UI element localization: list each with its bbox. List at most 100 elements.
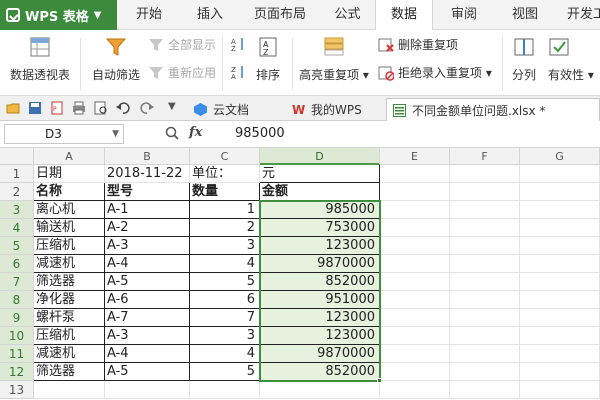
row-header-13[interactable]: 13 [0, 381, 34, 399]
cell-d6[interactable]: 9870000 [260, 255, 380, 273]
empty-cell[interactable] [450, 327, 520, 345]
cell-a5[interactable]: 压缩机 [34, 237, 105, 255]
tab-home[interactable]: 开始 [118, 0, 180, 30]
cell-b2[interactable]: 型号 [105, 183, 190, 201]
pivot-table-button[interactable]: 数据透视表 [8, 36, 72, 83]
cell-c7[interactable]: 5 [190, 273, 260, 291]
zoom-search-icon[interactable] [165, 126, 179, 140]
cell-b8[interactable]: A-6 [105, 291, 190, 309]
empty-cell[interactable] [380, 345, 450, 363]
formula-input[interactable]: 985000 [235, 126, 285, 141]
row-header-1[interactable]: 1 [0, 165, 34, 183]
tab-view[interactable]: 视图 [495, 0, 555, 30]
empty-cell[interactable] [34, 381, 105, 399]
tab-review[interactable]: 审阅 [433, 0, 495, 30]
empty-cell[interactable] [450, 273, 520, 291]
print-preview-icon[interactable] [94, 101, 108, 115]
column-header-d[interactable]: D [260, 148, 380, 165]
cell-c1[interactable]: 单位： [190, 165, 260, 183]
empty-cell[interactable] [380, 255, 450, 273]
column-header-c[interactable]: C [190, 148, 260, 165]
cell-c2[interactable]: 数量 [190, 183, 260, 201]
tab-formulas[interactable]: 公式 [320, 0, 375, 30]
empty-cell[interactable] [520, 327, 600, 345]
cell-c8[interactable]: 6 [190, 291, 260, 309]
cell-a4[interactable]: 输送机 [34, 219, 105, 237]
empty-cell[interactable] [450, 291, 520, 309]
cell-c3[interactable]: 1 [190, 201, 260, 219]
empty-cell[interactable] [190, 381, 260, 399]
cell-a8[interactable]: 净化器 [34, 291, 105, 309]
cell-a3[interactable]: 离心机 [34, 201, 105, 219]
row-header-8[interactable]: 8 [0, 291, 34, 309]
empty-cell[interactable] [520, 165, 600, 183]
cell-b3[interactable]: A-1 [105, 201, 190, 219]
empty-cell[interactable] [520, 183, 600, 201]
row-header-11[interactable]: 11 [0, 345, 34, 363]
row-header-2[interactable]: 2 [0, 183, 34, 201]
empty-cell[interactable] [450, 201, 520, 219]
empty-cell[interactable] [520, 309, 600, 327]
empty-cell[interactable] [380, 237, 450, 255]
empty-cell[interactable] [450, 309, 520, 327]
empty-cell[interactable] [380, 327, 450, 345]
empty-cell[interactable] [380, 309, 450, 327]
fill-handle[interactable] [377, 378, 382, 383]
cell-d7[interactable]: 852000 [260, 273, 380, 291]
row-header-10[interactable]: 10 [0, 327, 34, 345]
cell-b1[interactable]: 2018-11-22 [105, 165, 190, 183]
empty-cell[interactable] [450, 363, 520, 381]
reapply-button[interactable]: 重新应用 [148, 64, 216, 81]
empty-cell[interactable] [260, 381, 380, 399]
cell-d3[interactable]: 985000 [260, 201, 380, 219]
validity-button[interactable]: 有效性 ▾ [544, 36, 600, 83]
cell-a11[interactable]: 减速机 [34, 345, 105, 363]
name-box[interactable]: D3 ▼ [4, 124, 124, 144]
empty-cell[interactable] [520, 345, 600, 363]
cell-b5[interactable]: A-3 [105, 237, 190, 255]
cell-d12[interactable]: 852000 [260, 363, 380, 381]
empty-cell[interactable] [520, 381, 600, 399]
cell-c5[interactable]: 3 [190, 237, 260, 255]
cell-c12[interactable]: 5 [190, 363, 260, 381]
empty-cell[interactable] [380, 273, 450, 291]
tab-developer[interactable]: 开发工 [555, 0, 600, 30]
cell-d4[interactable]: 753000 [260, 219, 380, 237]
column-header-b[interactable]: B [105, 148, 190, 165]
row-header-12[interactable]: 12 [0, 363, 34, 381]
open-folder-icon[interactable] [6, 101, 20, 115]
row-header-5[interactable]: 5 [0, 237, 34, 255]
chevron-down-icon[interactable]: ▼ [112, 125, 119, 143]
app-menu-button[interactable]: WPS 表格 ▼ [0, 0, 117, 30]
cell-b7[interactable]: A-5 [105, 273, 190, 291]
sort-ascending-button[interactable]: AZ [230, 36, 250, 53]
empty-cell[interactable] [450, 345, 520, 363]
cell-d9[interactable]: 123000 [260, 309, 380, 327]
auto-filter-button[interactable]: 自动筛选 [88, 36, 144, 83]
cell-a1[interactable]: 日期 [34, 165, 105, 183]
cell-a12[interactable]: 筛选器 [34, 363, 105, 381]
save-icon[interactable] [28, 101, 42, 115]
cell-b4[interactable]: A-2 [105, 219, 190, 237]
empty-cell[interactable] [450, 381, 520, 399]
redo-icon[interactable] [140, 101, 154, 115]
select-all-corner[interactable] [0, 148, 34, 165]
empty-cell[interactable] [380, 381, 450, 399]
row-header-9[interactable]: 9 [0, 309, 34, 327]
empty-cell[interactable] [450, 237, 520, 255]
tab-insert[interactable]: 插入 [180, 0, 240, 30]
cell-b6[interactable]: A-4 [105, 255, 190, 273]
empty-cell[interactable] [520, 273, 600, 291]
cell-d1[interactable]: 元 [260, 165, 380, 183]
tab-page-layout[interactable]: 页面布局 [240, 0, 320, 30]
column-header-a[interactable]: A [34, 148, 105, 165]
column-header-g[interactable]: G [520, 148, 600, 165]
cell-d11[interactable]: 9870000 [260, 345, 380, 363]
row-header-4[interactable]: 4 [0, 219, 34, 237]
cell-d2[interactable]: 金额 [260, 183, 380, 201]
highlight-duplicates-button[interactable]: 高亮重复项 ▾ [298, 36, 370, 83]
cell-c10[interactable]: 3 [190, 327, 260, 345]
cell-d10[interactable]: 123000 [260, 327, 380, 345]
empty-cell[interactable] [380, 183, 450, 201]
empty-cell[interactable] [450, 165, 520, 183]
